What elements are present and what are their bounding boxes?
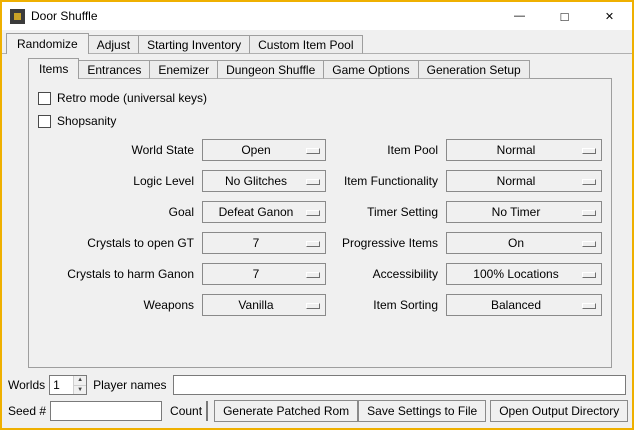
retro-mode-label: Retro mode (universal keys) (57, 91, 207, 105)
dropdown-indicator-icon (306, 179, 320, 185)
minimize-button[interactable]: — (497, 2, 542, 30)
tab-dungeon-shuffle[interactable]: Dungeon Shuffle (217, 60, 324, 79)
dropdown-indicator-icon (582, 241, 596, 247)
dropdown-indicator-icon (582, 272, 596, 278)
worlds-spin-down-icon[interactable]: ▼ (74, 385, 86, 395)
count-label: Count (170, 404, 202, 418)
worlds-input[interactable] (50, 376, 73, 394)
tab-entrances[interactable]: Entrances (78, 60, 150, 79)
dropdown-indicator-icon (582, 210, 596, 216)
label-item-functionality: Item Functionality (334, 170, 438, 192)
dropdown-progressive-items[interactable]: On (446, 232, 602, 254)
shopsanity-label: Shopsanity (57, 114, 116, 128)
label-timer-setting: Timer Setting (334, 201, 438, 223)
app-icon (10, 9, 25, 24)
dropdown-logic-level[interactable]: No Glitches (202, 170, 326, 192)
label-crystals-open-gt: Crystals to open GT (38, 232, 194, 254)
window-title: Door Shuffle (31, 9, 98, 23)
dropdown-item-pool[interactable]: Normal (446, 139, 602, 161)
seed-row: Seed # Count ▲ ▼ Generate Patched Rom Sa… (8, 400, 626, 422)
door-shuffle-window: Door Shuffle — □ ✕ Randomize Adjust Star… (0, 0, 634, 430)
dropdown-item-functionality[interactable]: Normal (446, 170, 602, 192)
dropdown-indicator-icon (306, 148, 320, 154)
dropdown-goal-value: Defeat Ganon (219, 205, 294, 219)
shopsanity-row: Shopsanity (38, 111, 611, 131)
close-button[interactable]: ✕ (587, 2, 632, 30)
player-names-label: Player names (93, 378, 166, 392)
dropdown-progressive-items-value: On (508, 236, 524, 250)
label-logic-level: Logic Level (38, 170, 194, 192)
count-input[interactable] (207, 402, 208, 420)
label-goal: Goal (38, 201, 194, 223)
tab-custom-item-pool[interactable]: Custom Item Pool (249, 35, 362, 54)
label-weapons: Weapons (38, 294, 194, 316)
dropdown-crystals-harm-ganon-value: 7 (253, 267, 260, 281)
dropdown-indicator-icon (306, 272, 320, 278)
tab-starting-inventory[interactable]: Starting Inventory (138, 35, 250, 54)
dropdown-indicator-icon (582, 179, 596, 185)
tab-randomize[interactable]: Randomize (6, 33, 89, 54)
dropdown-accessibility[interactable]: 100% Locations (446, 263, 602, 285)
dropdown-timer-setting-value: No Timer (492, 205, 541, 219)
tab-game-options[interactable]: Game Options (323, 60, 418, 79)
options-grid: World State Open Item Pool Normal Logic … (38, 139, 611, 316)
label-crystals-harm-ganon: Crystals to harm Ganon (38, 263, 194, 285)
label-world-state: World State (38, 139, 194, 161)
seed-input[interactable] (50, 401, 162, 421)
worlds-spinbox: ▲ ▼ (49, 375, 87, 395)
dropdown-indicator-icon (306, 210, 320, 216)
dropdown-item-pool-value: Normal (497, 143, 536, 157)
dropdown-indicator-icon (306, 303, 320, 309)
tab-adjust[interactable]: Adjust (88, 35, 139, 54)
inner-tab-bar: Items Entrances Enemizer Dungeon Shuffle… (28, 58, 529, 79)
worlds-spin-up-icon[interactable]: ▲ (74, 376, 86, 385)
tab-enemizer[interactable]: Enemizer (149, 60, 218, 79)
seed-label: Seed # (8, 404, 46, 418)
dropdown-crystals-open-gt[interactable]: 7 (202, 232, 326, 254)
dropdown-indicator-icon (582, 148, 596, 154)
titlebar: Door Shuffle — □ ✕ (2, 2, 632, 30)
dropdown-world-state-value: Open (241, 143, 270, 157)
items-tab-pane: Retro mode (universal keys) Shopsanity W… (28, 78, 612, 368)
dropdown-crystals-harm-ganon[interactable]: 7 (202, 263, 326, 285)
retro-mode-checkbox[interactable] (38, 92, 51, 105)
label-accessibility: Accessibility (334, 263, 438, 285)
open-output-directory-button[interactable]: Open Output Directory (490, 400, 628, 422)
dropdown-indicator-icon (306, 241, 320, 247)
count-spinbox: ▲ ▼ (206, 401, 208, 421)
dropdown-crystals-open-gt-value: 7 (253, 236, 260, 250)
label-item-pool: Item Pool (334, 139, 438, 161)
dropdown-world-state[interactable]: Open (202, 139, 326, 161)
dropdown-weapons[interactable]: Vanilla (202, 294, 326, 316)
label-progressive-items: Progressive Items (334, 232, 438, 254)
player-names-input[interactable] (173, 375, 627, 395)
dropdown-weapons-value: Vanilla (238, 298, 273, 312)
tab-items[interactable]: Items (28, 58, 79, 79)
outer-tab-bar: Randomize Adjust Starting Inventory Cust… (6, 33, 362, 54)
window-controls: — □ ✕ (497, 2, 632, 30)
dropdown-item-sorting[interactable]: Balanced (446, 294, 602, 316)
shopsanity-checkbox[interactable] (38, 115, 51, 128)
save-settings-button[interactable]: Save Settings to File (358, 400, 486, 422)
worlds-row: Worlds ▲ ▼ Player names (8, 374, 626, 396)
generate-patched-rom-button[interactable]: Generate Patched Rom (214, 400, 358, 422)
retro-mode-row: Retro mode (universal keys) (38, 88, 611, 108)
maximize-button[interactable]: □ (542, 2, 587, 30)
tab-generation-setup[interactable]: Generation Setup (418, 60, 530, 79)
dropdown-item-sorting-value: Balanced (491, 298, 541, 312)
dropdown-logic-level-value: No Glitches (225, 174, 287, 188)
dropdown-item-functionality-value: Normal (497, 174, 536, 188)
worlds-label: Worlds (8, 378, 45, 392)
dropdown-timer-setting[interactable]: No Timer (446, 201, 602, 223)
dropdown-goal[interactable]: Defeat Ganon (202, 201, 326, 223)
label-item-sorting: Item Sorting (334, 294, 438, 316)
dropdown-indicator-icon (582, 303, 596, 309)
dropdown-accessibility-value: 100% Locations (473, 267, 558, 281)
